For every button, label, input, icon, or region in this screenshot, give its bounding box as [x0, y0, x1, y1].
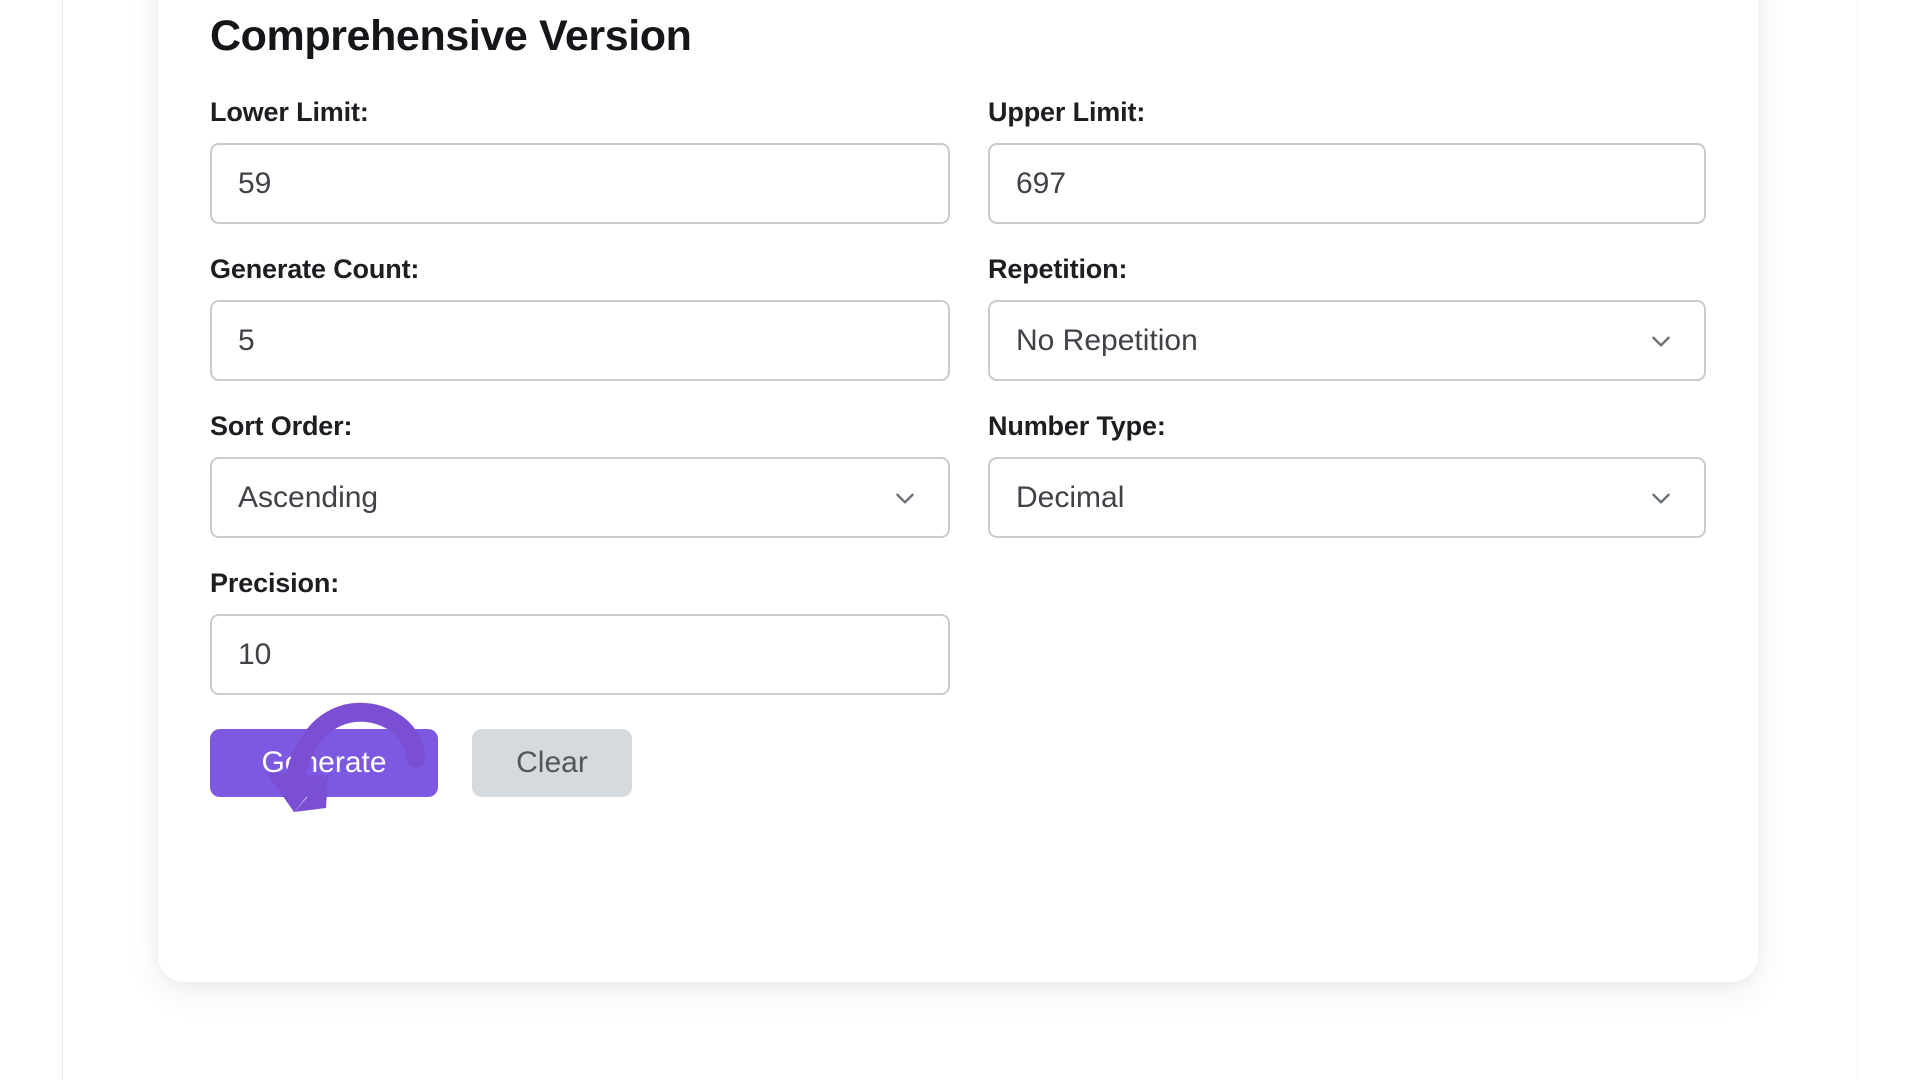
lower-limit-value: 59 — [238, 166, 272, 200]
field-precision: Precision: 10 — [210, 568, 950, 696]
generate-button[interactable]: Generate — [210, 729, 438, 798]
label-lower-limit: Lower Limit: — [210, 97, 369, 128]
generator-card: Comprehensive Version Lower Limit: 59 Up… — [158, 0, 1758, 982]
chevron-down-icon — [892, 485, 918, 511]
label-repetition: Repetition: — [988, 254, 1128, 285]
field-repetition: Repetition: No Repetition — [988, 254, 1706, 382]
field-sort-order: Sort Order: Ascending — [210, 411, 950, 539]
label-precision: Precision: — [210, 568, 340, 599]
number-type-select[interactable]: Decimal — [988, 457, 1706, 539]
repetition-value: No Repetition — [1016, 323, 1198, 357]
lower-limit-input[interactable]: 59 — [210, 143, 950, 225]
number-type-value: Decimal — [1016, 480, 1125, 514]
clear-button[interactable]: Clear — [472, 729, 632, 798]
generate-count-value: 5 — [238, 323, 255, 357]
label-number-type: Number Type: — [988, 411, 1166, 442]
field-upper-limit: Upper Limit: 697 — [988, 97, 1706, 225]
field-spacer — [988, 568, 1706, 695]
label-upper-limit: Upper Limit: — [988, 97, 1146, 128]
page-title: Comprehensive Version — [210, 12, 692, 60]
action-button-row: Generate Clear — [210, 729, 1706, 798]
chevron-down-icon — [1648, 328, 1674, 354]
sort-order-value: Ascending — [238, 480, 379, 514]
field-lower-limit: Lower Limit: 59 — [210, 97, 950, 225]
chevron-down-icon — [1648, 485, 1674, 511]
sort-order-select[interactable]: Ascending — [210, 457, 950, 539]
upper-limit-input[interactable]: 697 — [988, 143, 1706, 225]
generate-count-input[interactable]: 5 — [210, 300, 950, 382]
page-left-rule — [62, 0, 63, 1080]
precision-value: 10 — [238, 637, 272, 671]
generator-form: Lower Limit: 59 Upper Limit: 697 Generat… — [210, 97, 1706, 725]
field-number-type: Number Type: Decimal — [988, 411, 1706, 539]
label-generate-count: Generate Count: — [210, 254, 420, 285]
upper-limit-value: 697 — [1016, 166, 1067, 200]
label-sort-order: Sort Order: — [210, 411, 353, 442]
field-generate-count: Generate Count: 5 — [210, 254, 950, 382]
repetition-select[interactable]: No Repetition — [988, 300, 1706, 382]
page-right-rule — [1857, 0, 1858, 1080]
precision-input[interactable]: 10 — [210, 614, 950, 696]
